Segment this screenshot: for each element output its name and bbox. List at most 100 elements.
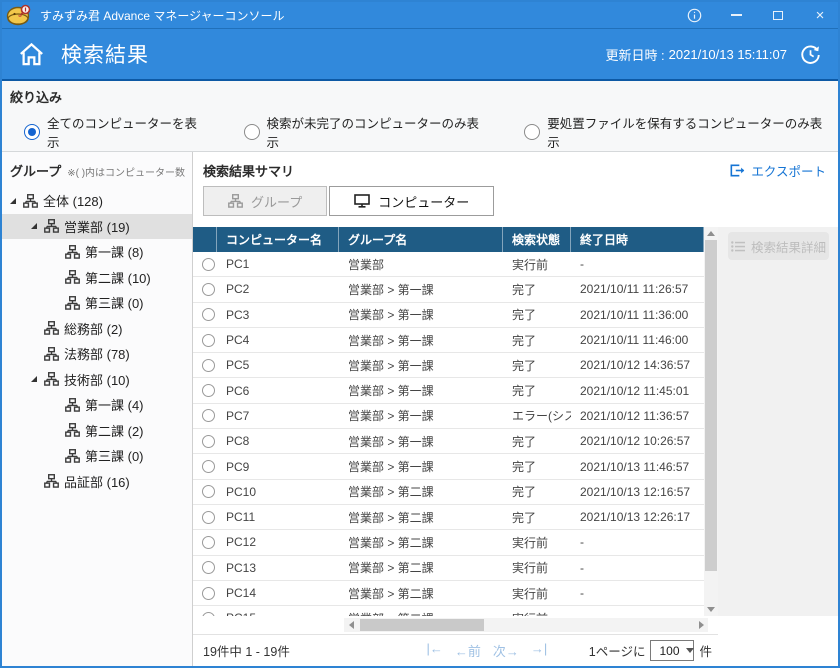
- tree-item[interactable]: 第三課 (0): [2, 290, 192, 316]
- org-chart-icon: [228, 194, 243, 208]
- row-radio[interactable]: [202, 536, 215, 549]
- header-search-status[interactable]: 検索状態: [503, 227, 571, 252]
- next-page-button[interactable]: 次→: [493, 641, 519, 660]
- tree-item[interactable]: 総務部 (2): [2, 316, 192, 342]
- tree-item[interactable]: 第二課 (2): [2, 418, 192, 444]
- tree-item[interactable]: 第二課 (10): [2, 265, 192, 291]
- table-row[interactable]: PC12 営業部 > 第二課 実行前 -: [193, 530, 704, 555]
- last-page-button[interactable]: →|: [531, 641, 547, 660]
- table-row[interactable]: PC6 営業部 > 第一課 完了 2021/10/12 11:45:01: [193, 378, 704, 403]
- tree-item[interactable]: 営業部 (19): [2, 214, 192, 240]
- tree-item[interactable]: 第三課 (0): [2, 443, 192, 469]
- org-chart-icon: [65, 270, 80, 284]
- filter-option-incomplete[interactable]: 検索が未完了のコンピューターのみ表示: [244, 113, 487, 151]
- org-chart-icon: [65, 245, 80, 259]
- table-row[interactable]: PC2 営業部 > 第一課 完了 2021/10/11 11:26:57: [193, 277, 704, 302]
- horizontal-scrollbar[interactable]: [344, 618, 708, 632]
- table-row[interactable]: PC8 営業部 > 第一課 完了 2021/10/12 10:26:57: [193, 429, 704, 454]
- cell-group-name: 営業部 > 第一課: [339, 407, 503, 424]
- refresh-icon[interactable]: [799, 43, 822, 66]
- scroll-down-icon[interactable]: [707, 603, 715, 616]
- table-row[interactable]: PC3 営業部 > 第一課 完了 2021/10/11 11:36:00: [193, 303, 704, 328]
- page-size-select[interactable]: 100: [650, 640, 694, 661]
- table-row[interactable]: PC15 営業部 > 第二課 実行前 -: [193, 606, 704, 616]
- close-button[interactable]: ×: [812, 7, 828, 23]
- horizontal-scrollbar-thumb[interactable]: [360, 619, 484, 631]
- row-radio[interactable]: [202, 511, 215, 524]
- row-radio[interactable]: [202, 283, 215, 296]
- window-title: すみずみ君 Advance マネージャーコンソール: [40, 7, 285, 24]
- tab-computer[interactable]: コンピューター: [329, 186, 494, 216]
- table-row[interactable]: PC5 営業部 > 第一課 完了 2021/10/12 14:36:57: [193, 353, 704, 378]
- filter-option-action-required[interactable]: 要処置ファイルを保有するコンピューターのみ表示: [524, 113, 828, 151]
- cell-finish-datetime: -: [571, 535, 704, 549]
- cell-group-name: 営業部: [339, 256, 503, 273]
- cell-finish-datetime: 2021/10/12 14:36:57: [571, 358, 704, 372]
- cell-group-name: 営業部 > 第二課: [339, 509, 503, 526]
- tree-item-label: 第三課 (0): [85, 293, 144, 312]
- tree-item[interactable]: 法務部 (78): [2, 341, 192, 367]
- radio-icon: [244, 124, 260, 140]
- result-count: 19件中 1 - 19件: [203, 641, 290, 660]
- org-chart-icon: [44, 474, 59, 488]
- tree-item[interactable]: 第一課 (4): [2, 392, 192, 418]
- row-radio[interactable]: [202, 359, 215, 372]
- row-radio[interactable]: [202, 435, 215, 448]
- table-row[interactable]: PC14 営業部 > 第二課 実行前 -: [193, 581, 704, 606]
- cell-group-name: 営業部 > 第一課: [339, 357, 503, 374]
- row-radio[interactable]: [202, 587, 215, 600]
- header-finish-datetime[interactable]: 終了日時: [571, 227, 704, 252]
- cell-search-status: 完了: [503, 458, 571, 475]
- computer-table-header: コンピューター名 グループ名 検索状態 終了日時: [193, 227, 704, 252]
- minimize-button[interactable]: [728, 7, 744, 23]
- row-radio[interactable]: [202, 460, 215, 473]
- filter-option-all[interactable]: 全てのコンピューターを表示: [24, 113, 206, 151]
- row-radio[interactable]: [202, 384, 215, 397]
- table-row[interactable]: PC7 営業部 > 第一課 エラー(システム... 2021/10/12 11:…: [193, 404, 704, 429]
- export-button[interactable]: エクスポート: [730, 161, 826, 180]
- header-computer-name[interactable]: コンピューター名: [217, 227, 339, 252]
- row-radio[interactable]: [202, 409, 215, 422]
- tree-expander-icon[interactable]: [10, 198, 16, 204]
- tree-item[interactable]: 第一課 (8): [2, 239, 192, 265]
- table-row[interactable]: PC11 営業部 > 第二課 完了 2021/10/13 12:26:17: [193, 505, 704, 530]
- vertical-scrollbar[interactable]: [704, 227, 718, 616]
- table-row[interactable]: PC13 営業部 > 第二課 実行前 -: [193, 556, 704, 581]
- cell-computer-name: PC3: [217, 308, 339, 322]
- row-radio[interactable]: [202, 561, 215, 574]
- cell-computer-name: PC13: [217, 561, 339, 575]
- info-icon[interactable]: [686, 7, 702, 23]
- search-result-detail-button[interactable]: 検索結果詳細: [728, 232, 829, 260]
- table-row[interactable]: PC10 営業部 > 第二課 完了 2021/10/13 12:16:57: [193, 480, 704, 505]
- group-sidebar: グループ ※( )内はコンピューター数 全体 (128) 営業部 (19): [2, 152, 193, 666]
- scroll-left-icon[interactable]: [344, 618, 358, 632]
- tree-expander-icon[interactable]: [31, 223, 37, 229]
- row-radio[interactable]: [202, 485, 215, 498]
- table-row[interactable]: PC9 営業部 > 第一課 完了 2021/10/13 11:46:57: [193, 454, 704, 479]
- cell-finish-datetime: 2021/10/11 11:26:57: [571, 282, 704, 296]
- tree-item[interactable]: 技術部 (10): [2, 367, 192, 393]
- cell-search-status: 実行前: [503, 559, 571, 576]
- scroll-right-icon[interactable]: [694, 618, 708, 632]
- page-size-suffix: 件: [699, 641, 712, 660]
- cell-finish-datetime: 2021/10/13 11:46:57: [571, 460, 704, 474]
- scroll-up-icon[interactable]: [707, 227, 715, 240]
- chevron-down-icon: [686, 648, 694, 653]
- table-row[interactable]: PC1 営業部 実行前 -: [193, 252, 704, 277]
- tree-item[interactable]: 全体 (128): [2, 188, 192, 214]
- cell-computer-name: PC8: [217, 434, 339, 448]
- tab-group[interactable]: グループ: [203, 186, 327, 216]
- tree-expander-icon[interactable]: [31, 376, 37, 382]
- table-row[interactable]: PC4 営業部 > 第一課 完了 2021/10/11 11:46:00: [193, 328, 704, 353]
- prev-page-button[interactable]: ←前: [455, 641, 481, 660]
- maximize-button[interactable]: [770, 7, 786, 23]
- tree-item[interactable]: 品証部 (16): [2, 469, 192, 495]
- header-group-name[interactable]: グループ名: [339, 227, 503, 252]
- first-page-button[interactable]: |←: [427, 641, 443, 660]
- row-radio[interactable]: [202, 258, 215, 271]
- cell-group-name: 営業部 > 第二課: [339, 559, 503, 576]
- vertical-scrollbar-thumb[interactable]: [705, 240, 717, 571]
- row-radio[interactable]: [202, 334, 215, 347]
- home-icon[interactable]: [18, 41, 45, 68]
- row-radio[interactable]: [202, 308, 215, 321]
